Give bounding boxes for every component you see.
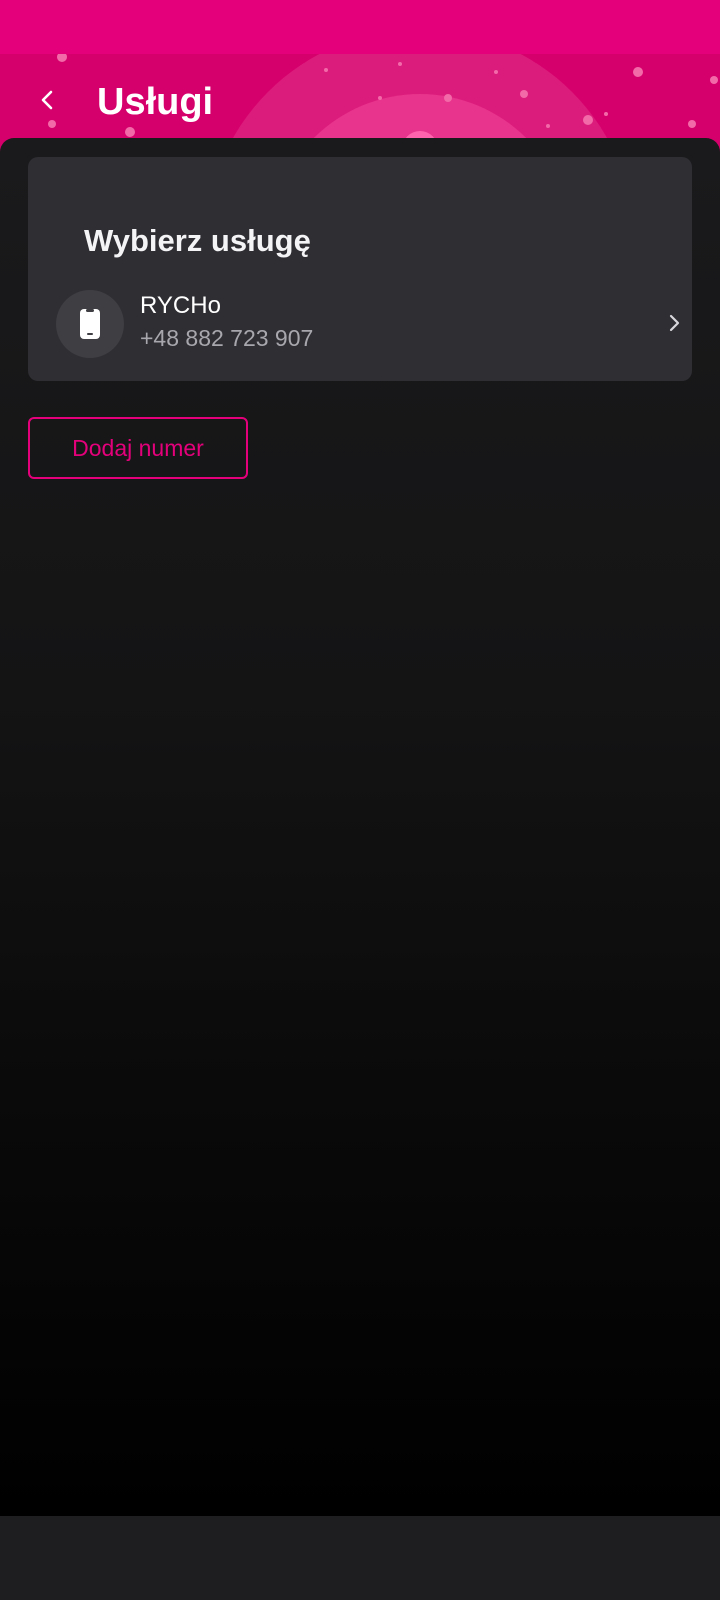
service-row[interactable]: RYCHo +48 882 723 907 bbox=[28, 283, 692, 367]
status-bar bbox=[0, 0, 720, 54]
back-button[interactable] bbox=[26, 78, 70, 122]
card-title: Wybierz usługę bbox=[84, 223, 311, 258]
chevron-right-icon bbox=[669, 314, 680, 332]
service-avatar bbox=[56, 290, 124, 358]
screen: Usługi Wybierz usługę RYCHo +48 882 723 … bbox=[0, 0, 720, 1600]
service-card: Wybierz usługę RYCHo +48 882 723 907 bbox=[28, 157, 692, 381]
service-name: RYCHo bbox=[140, 292, 221, 319]
page-title: Usługi bbox=[97, 81, 214, 123]
content-panel: Wybierz usługę RYCHo +48 882 723 907 Dod… bbox=[0, 138, 720, 1516]
service-phone-number: +48 882 723 907 bbox=[140, 325, 314, 351]
chevron-left-icon bbox=[41, 90, 53, 110]
smartphone-icon bbox=[80, 309, 100, 339]
navigation-bar bbox=[0, 1516, 720, 1600]
add-number-button[interactable]: Dodaj numer bbox=[28, 417, 248, 479]
